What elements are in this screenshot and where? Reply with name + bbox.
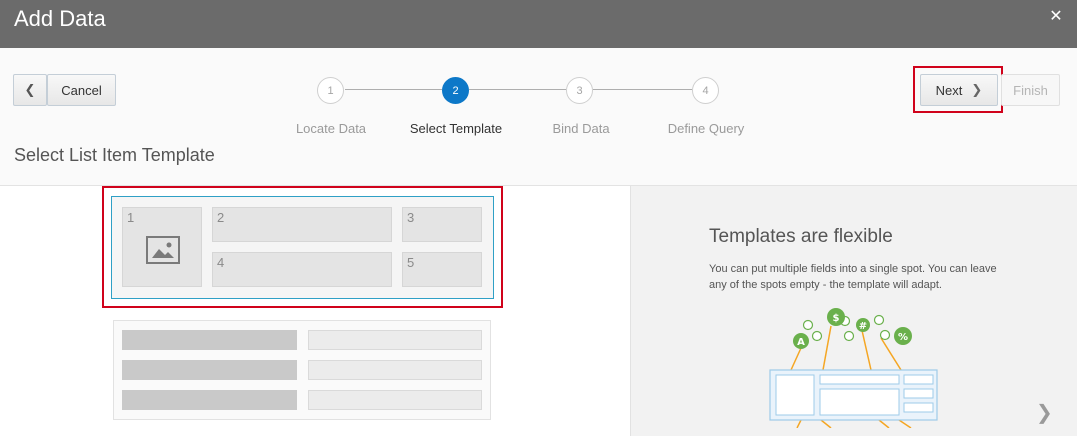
- dialog-titlebar: Add Data ✕: [0, 0, 1077, 48]
- flexible-template-illustration: A $ # %: [769, 308, 938, 428]
- chevron-right-icon: ❯: [971, 82, 983, 97]
- close-icon[interactable]: ✕: [1047, 8, 1065, 26]
- template-option-image-five-slots[interactable]: 1 2 3 4 5: [111, 196, 494, 299]
- slot-number: 4: [217, 255, 225, 270]
- template-row-value: [308, 360, 482, 380]
- dialog-title: Add Data: [14, 6, 106, 31]
- back-button[interactable]: ❮: [13, 74, 47, 106]
- cancel-button[interactable]: Cancel: [47, 74, 116, 106]
- template-row-label: [122, 390, 297, 410]
- template-row-label: [122, 360, 297, 380]
- template-row-label: [122, 330, 297, 350]
- info-text: You can put multiple fields into a singl…: [709, 263, 997, 291]
- page-title: Select List Item Template: [14, 145, 215, 165]
- template-slot-5: 5: [402, 252, 482, 287]
- template-row-value: [308, 330, 482, 350]
- template-slot-1: 1: [122, 207, 202, 287]
- step-1-circle[interactable]: 1: [317, 77, 344, 104]
- template-row-value: [308, 390, 482, 410]
- svg-text:%: %: [898, 332, 908, 343]
- step-4-circle[interactable]: 4: [692, 77, 719, 104]
- step-3-circle[interactable]: 3: [566, 77, 593, 104]
- slot-number: 3: [407, 210, 415, 225]
- chevron-left-icon: ❮: [24, 82, 36, 97]
- step-connector: [345, 89, 442, 90]
- step-connector: [593, 89, 692, 90]
- image-icon: [146, 236, 180, 264]
- step-1-label[interactable]: Locate Data: [261, 121, 401, 136]
- step-2-label[interactable]: Select Template: [386, 121, 526, 136]
- template-slot-4: 4: [212, 252, 392, 287]
- info-panel: Templates are flexible You can put multi…: [630, 186, 1077, 436]
- step-2-circle[interactable]: 2: [442, 77, 469, 104]
- template-slot-3: 3: [402, 207, 482, 242]
- slot-number: 2: [217, 210, 225, 225]
- svg-text:$: $: [833, 313, 840, 324]
- template-option-rows[interactable]: [113, 320, 491, 420]
- svg-text:#: #: [859, 321, 867, 332]
- step-4-label[interactable]: Define Query: [636, 121, 776, 136]
- slot-number: 1: [127, 210, 135, 225]
- step-connector: [469, 89, 566, 90]
- chevron-right-icon[interactable]: ❯: [1036, 400, 1053, 425]
- finish-button[interactable]: Finish: [1001, 74, 1060, 106]
- template-list: 1 2 3 4 5: [0, 186, 630, 436]
- wizard-header: ❮ Cancel 1 2 3 4 Locate Data Select Temp…: [0, 48, 1077, 186]
- svg-text:A: A: [797, 337, 805, 348]
- template-slot-2: 2: [212, 207, 392, 242]
- slot-number: 5: [407, 255, 415, 270]
- next-button-label: Next: [935, 82, 963, 98]
- step-3-label[interactable]: Bind Data: [511, 121, 651, 136]
- next-button[interactable]: Next ❯: [920, 74, 998, 106]
- info-title: Templates are flexible: [709, 226, 893, 247]
